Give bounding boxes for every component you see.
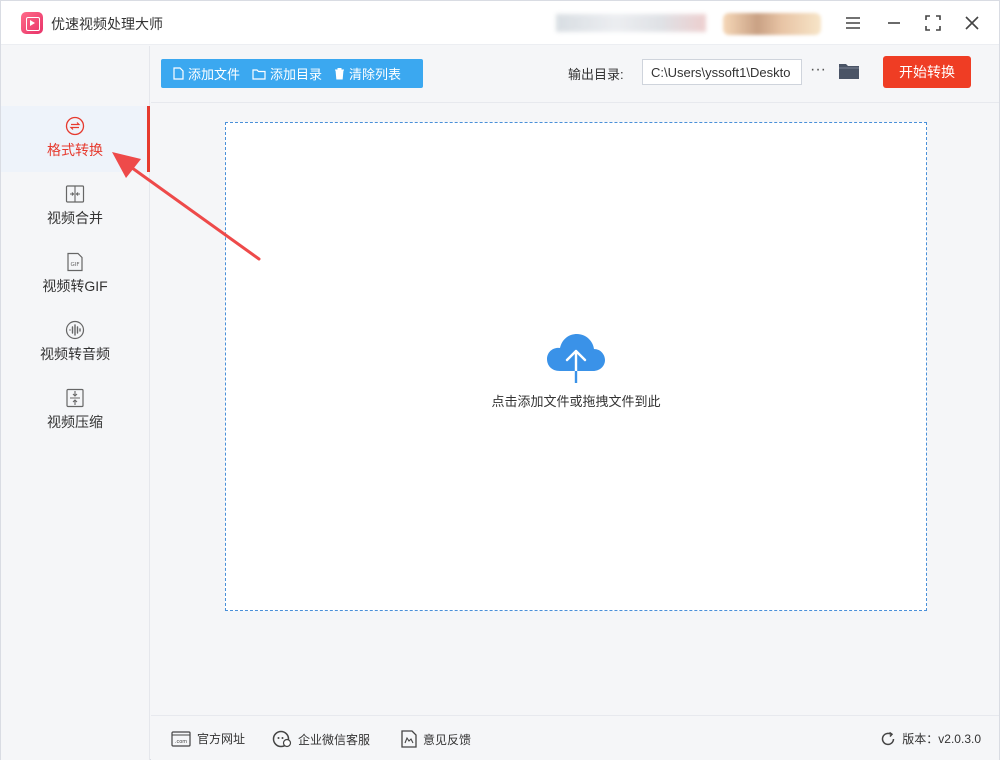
official-website-link[interactable]: .com 官方网址 [171,730,245,747]
sidebar-item-video-compress[interactable]: 视频压缩 [1,378,149,444]
feedback-label: 意见反馈 [423,732,472,747]
clear-list-button[interactable]: 清除列表 [322,59,401,88]
file-drop-zone[interactable]: 点击添加文件或拖拽文件到此 [225,122,927,611]
sidebar-item-format-convert[interactable]: 格式转换 [1,106,150,172]
active-indicator [147,106,150,172]
cloud-upload-icon [547,334,605,385]
svg-text:GIF: GIF [70,262,79,268]
drop-zone-hint: 点击添加文件或拖拽文件到此 [491,394,661,409]
video-merge-icon [65,185,85,203]
open-folder-icon[interactable] [838,61,860,83]
folder-outline-icon [252,68,266,80]
wechat-icon [272,730,292,748]
sidebar-item-video-merge[interactable]: 视频合并 [1,174,149,240]
start-convert-button[interactable]: 开始转换 [883,56,971,88]
gif-icon: GIF [67,252,83,272]
title-bar: 优速视频处理大师 [1,1,999,45]
svg-text:.com: .com [175,739,187,745]
sidebar-item-video-to-audio[interactable]: 视频转音频 [1,310,149,376]
clear-list-label: 清除列表 [349,67,402,82]
app-logo-icon [21,12,43,34]
add-folder-label: 添加目录 [270,67,323,82]
format-convert-icon [65,116,85,136]
wechat-service-link[interactable]: 企业微信客服 [272,730,370,748]
app-title: 优速视频处理大师 [51,16,163,32]
output-dir-input[interactable] [642,59,802,85]
version-label: 版本：v2.0.3.0 [902,732,981,746]
trash-icon [335,68,345,80]
minimize-icon[interactable] [882,11,906,35]
wechat-label: 企业微信客服 [298,732,371,747]
more-options-button[interactable]: ··· [808,59,828,85]
feedback-icon [401,730,417,748]
account-info-blurred [556,14,706,32]
output-dir-label: 输出目录: [568,67,624,82]
app-window: 优速视频处理大师 格式转换 视频合并 GIF 视频转GIF 视频转音频 视频压缩… [0,0,1000,760]
audio-icon [65,320,85,340]
sidebar-item-label: 视频压缩 [47,414,103,430]
version-info: 版本：v2.0.3.0 [880,730,981,747]
sidebar-item-label: 视频转音频 [40,346,110,362]
add-folder-button[interactable]: 添加目录 [240,59,322,88]
add-file-button[interactable]: 添加文件 [161,59,240,88]
compress-icon [66,388,84,408]
file-toolbar: 添加文件 添加目录 清除列表 [161,59,423,88]
maximize-icon[interactable] [921,11,945,35]
vip-badge-blurred[interactable] [723,13,821,35]
refresh-icon[interactable] [880,731,896,747]
sidebar-item-label: 格式转换 [47,142,103,158]
sidebar-item-video-to-gif[interactable]: GIF 视频转GIF [1,242,149,308]
feedback-link[interactable]: 意见反馈 [401,730,471,748]
website-label: 官方网址 [197,732,246,746]
sidebar: 格式转换 视频合并 GIF 视频转GIF 视频转音频 视频压缩 [1,46,150,760]
close-icon[interactable] [960,11,984,35]
footer-bar: .com 官方网址 企业微信客服 意见反馈 版本：v2.0.3.0 [151,715,999,760]
file-icon [173,67,184,80]
sidebar-item-label: 视频转GIF [42,278,108,294]
add-file-label: 添加文件 [188,67,241,82]
sidebar-item-label: 视频合并 [47,210,103,226]
menu-icon[interactable] [841,11,865,35]
website-icon: .com [171,730,191,747]
